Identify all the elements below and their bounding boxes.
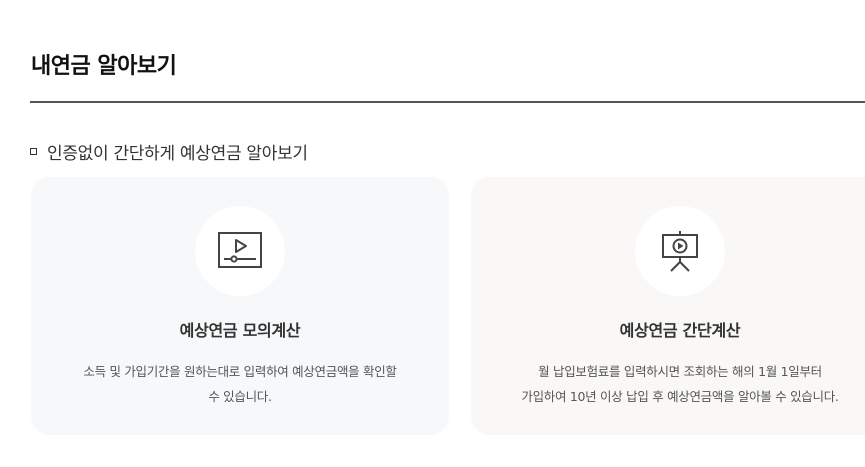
page-title: 내연금 알아보기: [31, 54, 177, 79]
card-simulation-calc[interactable]: 예상연금 모의계산 소득 및 가입기간을 원하는대로 입력하여 예상연금액을 확…: [31, 177, 449, 435]
page: 내연금 알아보기 인증없이 간단하게 예상연금 알아보기 예상연금 모의계산 소…: [0, 0, 865, 467]
square-bullet-icon: [30, 148, 37, 155]
title-divider: [30, 101, 865, 103]
card-desc-line: 수 있습니다.: [208, 389, 272, 404]
card-description: 소득 및 가입기간을 원하는대로 입력하여 예상연금액을 확인할 수 있습니다.: [31, 359, 449, 409]
section-heading-text: 인증없이 간단하게 예상연금 알아보기: [47, 144, 308, 164]
card-simple-calc[interactable]: 예상연금 간단계산 월 납입보험료를 입력하시면 조회하는 해의 1월 1일부터…: [471, 177, 865, 435]
card-title: 예상연금 모의계산: [179, 321, 301, 340]
card-desc-line: 가입하여 10년 이상 납입 후 예상연금액을 알아볼 수 있습니다.: [521, 389, 839, 404]
card-title: 예상연금 간단계산: [619, 321, 741, 340]
card-desc-line: 월 납입보험료를 입력하시면 조회하는 해의 1월 1일부터: [538, 364, 822, 379]
icon-circle: [195, 206, 285, 296]
presentation-play-icon: [662, 231, 698, 272]
card-desc-line: 소득 및 가입기간을 원하는대로 입력하여 예상연금액을 확인할: [83, 364, 397, 379]
video-play-icon: [218, 232, 262, 268]
card-description: 월 납입보험료를 입력하시면 조회하는 해의 1월 1일부터 가입하여 10년 …: [471, 359, 865, 409]
section-heading: 인증없이 간단하게 예상연금 알아보기: [30, 139, 308, 164]
icon-circle: [635, 206, 725, 296]
